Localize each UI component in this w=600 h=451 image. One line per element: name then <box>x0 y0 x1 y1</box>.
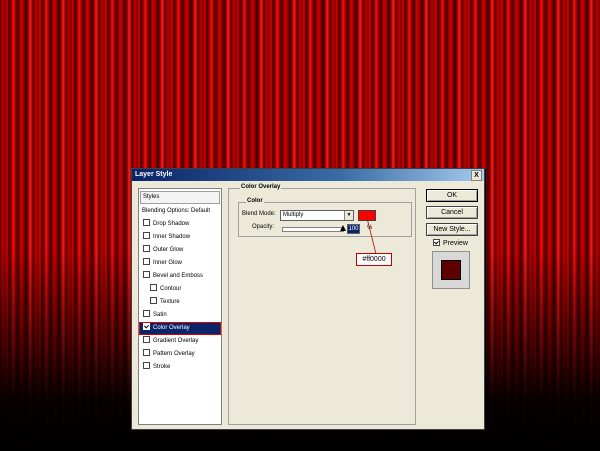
style-item-label: Inner Shadow <box>153 234 191 240</box>
preview-toggle[interactable]: Preview <box>433 238 468 248</box>
style-checkbox[interactable] <box>143 218 150 226</box>
style-item-drop-shadow[interactable]: Drop Shadow <box>140 218 220 230</box>
style-item-texture[interactable]: Texture <box>140 296 220 308</box>
style-item-label: Contour <box>160 286 182 292</box>
dialog-title-bar[interactable]: Layer Style X <box>132 169 484 181</box>
style-item-contour[interactable]: Contour <box>140 283 220 295</box>
style-item-label: Color Overlay <box>153 325 190 331</box>
style-checkbox[interactable] <box>143 270 150 278</box>
style-item-label: Gradient Overlay <box>153 338 199 344</box>
ok-button[interactable]: OK <box>426 189 478 202</box>
close-button[interactable]: X <box>471 170 482 181</box>
style-item-blending-options-default[interactable]: Blending Options: Default <box>140 206 222 217</box>
styles-list-panel: Styles Blending Options: Default Drop Sha… <box>138 188 222 425</box>
callout-line <box>365 214 377 255</box>
style-item-label: Bevel and Emboss <box>153 273 204 279</box>
cancel-button[interactable]: Cancel <box>426 206 478 219</box>
style-checkbox[interactable] <box>143 348 150 356</box>
style-checkbox[interactable] <box>143 257 150 265</box>
new-style-button[interactable]: New Style... <box>426 223 478 236</box>
blend-mode-value: Multiply <box>283 212 304 218</box>
color-subgroup-title: Color <box>246 198 264 204</box>
layer-style-dialog: Layer Style X Styles Blending Options: D… <box>131 168 485 430</box>
style-item-label: Pattern Overlay <box>153 351 195 357</box>
style-item-gradient-overlay[interactable]: Gradient Overlay <box>140 335 220 347</box>
style-item-color-overlay[interactable]: Color Overlay <box>139 322 221 335</box>
style-item-label: Satin <box>153 312 167 318</box>
style-checkbox[interactable] <box>143 361 150 369</box>
opacity-slider-thumb[interactable] <box>340 225 346 231</box>
preview-label: Preview <box>443 240 468 247</box>
preview-color-sample <box>441 260 461 280</box>
style-checkbox[interactable] <box>150 296 157 304</box>
preview-checkbox[interactable] <box>433 238 440 246</box>
style-item-label: Drop Shadow <box>153 221 190 227</box>
style-checkbox[interactable] <box>143 231 150 239</box>
style-item-label: Outer Glow <box>153 247 184 253</box>
style-item-label: Inner Glow <box>153 260 183 266</box>
style-checkbox[interactable] <box>143 335 150 343</box>
blend-mode-label: Blend Mode: <box>242 211 276 217</box>
style-item-outer-glow[interactable]: Outer Glow <box>140 244 220 256</box>
color-overlay-title: Color Overlay <box>240 184 282 190</box>
style-checkbox[interactable] <box>143 244 150 252</box>
opacity-input[interactable]: 100 <box>347 224 360 234</box>
blend-mode-select[interactable]: Multiply ▼ <box>280 210 354 221</box>
style-checkbox[interactable] <box>143 322 150 330</box>
style-item-label: Stroke <box>153 364 171 370</box>
style-item-inner-glow[interactable]: Inner Glow <box>140 257 220 269</box>
style-item-pattern-overlay[interactable]: Pattern Overlay <box>140 348 220 360</box>
chevron-down-icon[interactable]: ▼ <box>344 211 353 220</box>
close-icon: X <box>474 172 479 179</box>
opacity-label: Opacity: <box>252 224 275 230</box>
style-item-label: Texture <box>160 299 180 305</box>
style-checkbox[interactable] <box>143 309 150 317</box>
style-item-label: Blending Options: Default <box>142 208 211 214</box>
dialog-title: Layer Style <box>135 171 173 178</box>
style-item-bevel-and-emboss[interactable]: Bevel and Emboss <box>140 270 220 282</box>
opacity-slider[interactable] <box>282 227 344 232</box>
preview-thumbnail <box>432 251 470 289</box>
style-item-inner-shadow[interactable]: Inner Shadow <box>140 231 220 243</box>
styles-header[interactable]: Styles <box>140 191 220 204</box>
style-checkbox[interactable] <box>150 283 157 291</box>
style-item-stroke[interactable]: Stroke <box>140 361 220 373</box>
style-item-satin[interactable]: Satin <box>140 309 220 321</box>
hex-color-callout: #ff0000 <box>356 253 392 266</box>
